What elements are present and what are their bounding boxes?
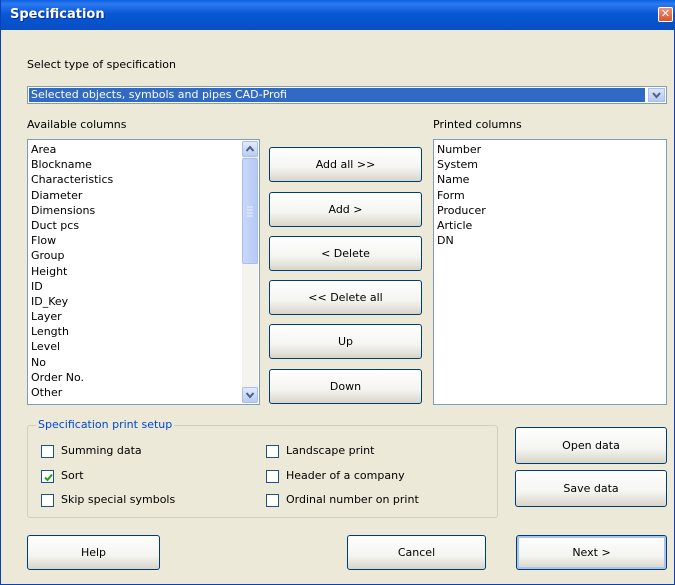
available-columns-scrollbar[interactable] [242, 141, 258, 403]
close-icon[interactable]: ✕ [658, 7, 673, 22]
cancel-label: Cancel [397, 546, 436, 559]
available-column-item[interactable]: Order No. [31, 370, 239, 385]
delete-label: < Delete [321, 247, 370, 260]
open-data-label: Open data [562, 439, 620, 452]
title-bar[interactable]: Specification ✕ [1, 0, 675, 30]
down-label: Down [329, 380, 362, 393]
ordinal-number-checkbox[interactable] [266, 494, 279, 507]
available-column-item[interactable]: No [31, 355, 239, 370]
printed-column-item[interactable]: Article [437, 218, 646, 233]
available-column-item[interactable]: Dimensions [31, 203, 239, 218]
available-column-item[interactable]: Layer [31, 309, 239, 324]
spec-type-label: Select type of specification [27, 58, 176, 71]
specification-dialog: Specification ✕ Select type of specifica… [0, 0, 675, 585]
help-button[interactable]: Help [27, 535, 160, 570]
window-title: Specification [10, 7, 105, 22]
down-button[interactable]: Down [269, 369, 422, 404]
next-label: Next > [572, 546, 611, 559]
available-column-item[interactable]: Diameter [31, 188, 239, 203]
printed-columns-label: Printed columns [433, 118, 522, 131]
delete-all-label: << Delete all [308, 291, 383, 304]
skip-special-symbols-checkbox[interactable] [41, 494, 54, 507]
delete-all-button[interactable]: << Delete all [269, 280, 422, 315]
sort-label: Sort [61, 469, 84, 482]
up-button[interactable]: Up [269, 324, 422, 359]
printed-column-item[interactable]: Form [437, 188, 646, 203]
add-all-button[interactable]: Add all >> [269, 147, 422, 182]
scroll-up-icon[interactable] [242, 141, 258, 157]
sort-checkbox[interactable] [41, 470, 54, 483]
add-label: Add > [328, 203, 363, 216]
summing-data-label: Summing data [61, 444, 142, 457]
printed-column-item[interactable]: System [437, 157, 646, 172]
printed-column-item[interactable]: Number [437, 142, 646, 157]
save-data-button[interactable]: Save data [515, 470, 667, 507]
available-columns-items: Area Blockname Characteristics Diameter Dime… [31, 142, 239, 400]
scroll-down-icon[interactable] [242, 387, 258, 403]
available-column-item[interactable]: Level [31, 339, 239, 354]
skip-special-symbols-label: Skip special symbols [61, 493, 176, 506]
header-of-company-label: Header of a company [286, 469, 405, 482]
scroll-thumb[interactable] [242, 158, 258, 264]
printed-column-item[interactable]: Name [437, 172, 646, 187]
ordinal-number-label: Ordinal number on print [286, 493, 419, 506]
spec-type-selected-value: Selected objects, symbols and pipes CAD-… [29, 88, 645, 102]
save-data-label: Save data [563, 482, 619, 495]
chevron-down-icon[interactable] [648, 88, 665, 102]
available-column-item[interactable]: ID_Key [31, 294, 239, 309]
print-setup-legend: Specification print setup [36, 418, 175, 431]
available-columns-label: Available columns [27, 118, 127, 131]
spec-type-select[interactable]: Selected objects, symbols and pipes CAD-… [27, 86, 667, 104]
open-data-button[interactable]: Open data [515, 427, 667, 464]
landscape-print-checkbox[interactable] [266, 445, 279, 458]
add-button[interactable]: Add > [269, 192, 422, 227]
landscape-print-label: Landscape print [286, 444, 375, 457]
cancel-button[interactable]: Cancel [347, 535, 486, 570]
printed-column-item[interactable]: Producer [437, 203, 646, 218]
available-column-item[interactable]: Other [31, 385, 239, 400]
printed-columns-items: Number System Name Form Producer Article DN [437, 142, 646, 248]
header-of-company-checkbox[interactable] [266, 470, 279, 483]
delete-button[interactable]: < Delete [269, 236, 422, 271]
available-column-item[interactable]: Duct pcs [31, 218, 239, 233]
available-column-item[interactable]: Height [31, 264, 239, 279]
available-column-item[interactable]: Area [31, 142, 239, 157]
up-label: Up [337, 335, 354, 348]
summing-data-checkbox[interactable] [41, 445, 54, 458]
available-column-item[interactable]: Flow [31, 233, 239, 248]
available-column-item[interactable]: ID [31, 279, 239, 294]
available-columns-list[interactable]: Area Blockname Characteristics Diameter Dime… [27, 139, 260, 405]
next-button[interactable]: Next > [516, 535, 667, 570]
available-column-item[interactable]: Characteristics [31, 172, 239, 187]
available-column-item[interactable]: Length [31, 324, 239, 339]
available-column-item[interactable]: Group [31, 248, 239, 263]
printed-columns-list[interactable]: Number System Name Form Producer Article DN [433, 139, 667, 405]
printed-column-item[interactable]: DN [437, 233, 646, 248]
help-label: Help [80, 546, 107, 559]
available-column-item[interactable]: Blockname [31, 157, 239, 172]
add-all-label: Add all >> [315, 158, 376, 171]
